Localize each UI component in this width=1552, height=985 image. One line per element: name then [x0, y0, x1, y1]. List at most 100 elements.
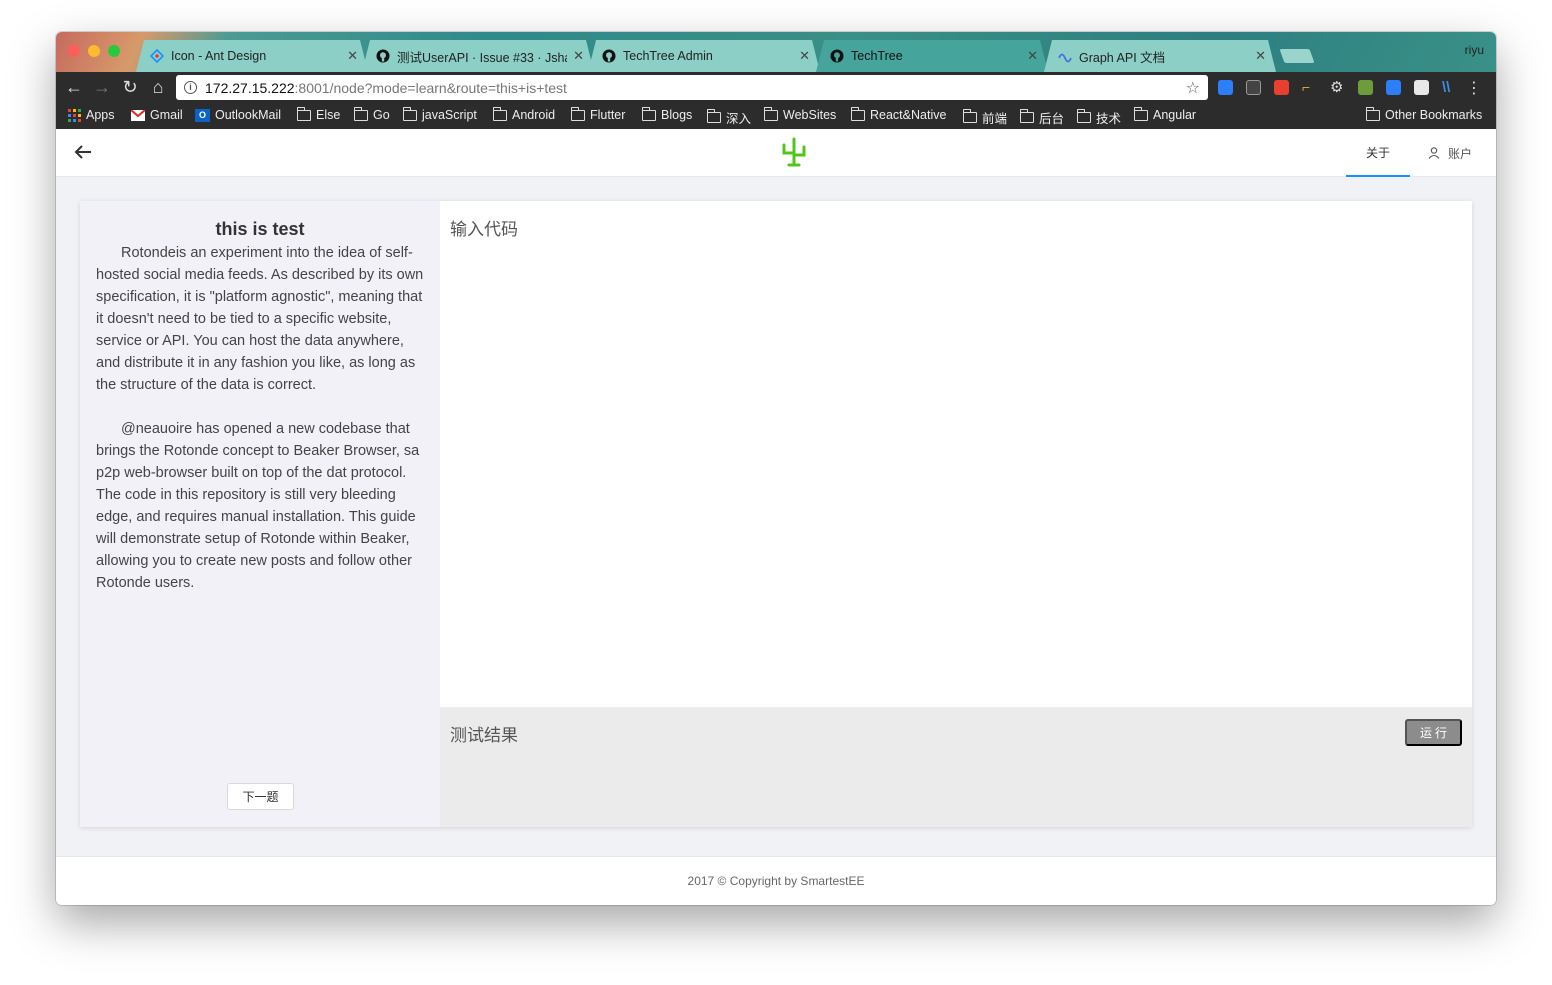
gmail-icon — [131, 109, 145, 121]
extension-icon[interactable]: \\ — [1442, 80, 1457, 95]
bookmark-label: Angular — [1153, 108, 1197, 122]
bookmark-label: 前端 — [982, 112, 1008, 126]
back-arrow-icon[interactable] — [72, 141, 94, 163]
menu-dots-icon[interactable]: ⋮ — [1466, 78, 1482, 98]
reload-icon[interactable]: ↻ — [120, 77, 140, 97]
app-header: 关于 账户 — [56, 129, 1496, 177]
bookmark-folder[interactable]: Angular — [1134, 106, 1197, 122]
tab-title: 测试UserAPI · Issue #33 · Jsha — [397, 50, 568, 65]
zoom-window-button[interactable] — [108, 45, 120, 57]
bookmark-label: OutlookMail — [215, 108, 281, 122]
new-tab-button[interactable] — [1279, 49, 1315, 63]
info-icon[interactable]: i — [184, 81, 197, 94]
bookmark-folder[interactable]: Go — [354, 106, 390, 122]
bookmark-label: 深入 — [726, 112, 752, 126]
bookmark-gmail[interactable]: Gmail — [131, 108, 183, 122]
graph-api-icon — [1058, 49, 1072, 63]
bookmark-label: 技术 — [1096, 112, 1122, 126]
browser-toolbar: ← → ↻ ⌂ i 172.27.15.222:8001/node?mode=l… — [56, 72, 1496, 103]
bookmark-label: Other Bookmarks — [1385, 108, 1483, 122]
bookmark-folder[interactable]: Android — [493, 106, 556, 122]
extension-icon[interactable]: ⌐ — [1302, 80, 1317, 95]
nav-account[interactable]: 账户 — [1428, 129, 1472, 177]
extension-icon[interactable] — [1274, 80, 1289, 95]
apps-grid-icon — [68, 108, 81, 122]
outlook-icon: O — [195, 108, 210, 122]
close-icon[interactable]: ✕ — [347, 48, 358, 64]
copyright-text: 2017 © Copyright by SmartestEE — [687, 874, 865, 888]
close-icon[interactable]: ✕ — [799, 48, 810, 64]
bookmark-folder[interactable]: 深入 — [707, 108, 751, 127]
bookmark-folder[interactable]: 后台 — [1020, 108, 1064, 127]
close-icon[interactable]: ✕ — [573, 48, 584, 64]
bookmark-folder[interactable]: WebSites — [764, 106, 837, 122]
back-icon[interactable]: ← — [64, 77, 84, 97]
folder-icon — [493, 106, 507, 121]
next-question-button[interactable]: 下一题 — [227, 783, 294, 810]
close-icon[interactable]: ✕ — [1255, 48, 1266, 64]
app-viewport: 关于 账户 this is test Rotondeis an experime… — [56, 129, 1496, 905]
extension-icon[interactable] — [1414, 80, 1429, 95]
lesson-panel: this is test Rotondeis an experiment int… — [80, 201, 440, 827]
forward-icon[interactable]: → — [92, 77, 112, 97]
bookmark-label: Flutter — [590, 108, 626, 122]
folder-icon — [963, 109, 977, 123]
extension-icon[interactable] — [1218, 80, 1233, 95]
bookmark-folder[interactable]: Blogs — [642, 106, 692, 122]
footer: 2017 © Copyright by SmartestEE — [56, 856, 1496, 905]
lesson-body: Rotondeis an experiment into the idea of… — [96, 242, 424, 594]
tab-graph-api[interactable]: Graph API 文档 ✕ — [1044, 40, 1276, 72]
folder-icon — [1366, 106, 1380, 121]
bookmark-label: WebSites — [783, 108, 837, 122]
folder-icon — [642, 106, 656, 121]
bookmark-label: Go — [373, 108, 390, 122]
bookmarks-bar: Apps Gmail O OutlookMail Else Go javaScr… — [56, 103, 1496, 129]
tab-github-issue[interactable]: 测试UserAPI · Issue #33 · Jsha ✕ — [362, 40, 594, 72]
bookmark-apps[interactable]: Apps — [68, 108, 115, 122]
gear-icon[interactable]: ⚙ — [1330, 80, 1345, 95]
nav-about[interactable]: 关于 — [1346, 129, 1410, 177]
bookmark-label: Apps — [86, 108, 115, 122]
folder-icon — [354, 106, 368, 121]
minimize-window-button[interactable] — [88, 45, 100, 57]
bookmark-folder[interactable]: 技术 — [1077, 108, 1121, 127]
github-icon — [830, 49, 844, 63]
extension-icon[interactable] — [1358, 80, 1373, 95]
tab-ant-design[interactable]: Icon - Ant Design ✕ — [136, 40, 368, 72]
extension-icon[interactable] — [1246, 80, 1261, 95]
run-button[interactable]: 运行 — [1405, 719, 1462, 746]
url-host: 172.27.15.222 — [205, 79, 295, 96]
tab-techtree[interactable]: TechTree ✕ — [816, 40, 1048, 72]
bookmark-folder[interactable]: Flutter — [571, 106, 626, 122]
bookmark-folder[interactable]: Else — [297, 106, 340, 122]
cactus-logo-icon[interactable] — [780, 137, 808, 167]
tab-title: Graph API 文档 — [1079, 50, 1166, 65]
learning-card: this is test Rotondeis an experiment int… — [80, 201, 1472, 827]
nav-account-label: 账户 — [1448, 146, 1473, 161]
bookmark-folder[interactable]: javaScript — [403, 106, 477, 122]
folder-icon — [403, 106, 417, 121]
bookmark-folder[interactable]: 前端 — [963, 108, 1007, 127]
tab-title: TechTree — [851, 49, 903, 63]
bookmark-outlookmail[interactable]: O OutlookMail — [195, 108, 281, 122]
folder-icon — [851, 106, 865, 121]
folder-icon — [571, 106, 585, 121]
bookmark-folder[interactable]: React&Native — [851, 106, 946, 122]
user-icon — [1428, 147, 1440, 159]
close-window-button[interactable] — [68, 45, 80, 57]
ant-design-icon — [150, 49, 164, 63]
folder-icon — [707, 109, 721, 123]
address-bar[interactable]: i 172.27.15.222:8001/node?mode=learn&rou… — [176, 75, 1208, 100]
extension-icon[interactable] — [1386, 80, 1401, 95]
folder-icon — [297, 106, 311, 121]
folder-icon — [1020, 109, 1034, 123]
browser-window: Icon - Ant Design ✕ 测试UserAPI · Issue #3… — [56, 32, 1496, 905]
code-editor[interactable]: 输入代码 — [440, 201, 1472, 707]
bookmark-other[interactable]: Other Bookmarks — [1366, 106, 1483, 122]
tab-techtree-admin[interactable]: TechTree Admin ✕ — [588, 40, 820, 72]
home-icon[interactable]: ⌂ — [148, 77, 168, 97]
bookmark-label: Android — [512, 108, 556, 122]
bookmark-star-icon[interactable]: ☆ — [1186, 78, 1200, 98]
profile-name[interactable]: riyu — [1465, 43, 1484, 57]
close-icon[interactable]: ✕ — [1027, 48, 1038, 64]
